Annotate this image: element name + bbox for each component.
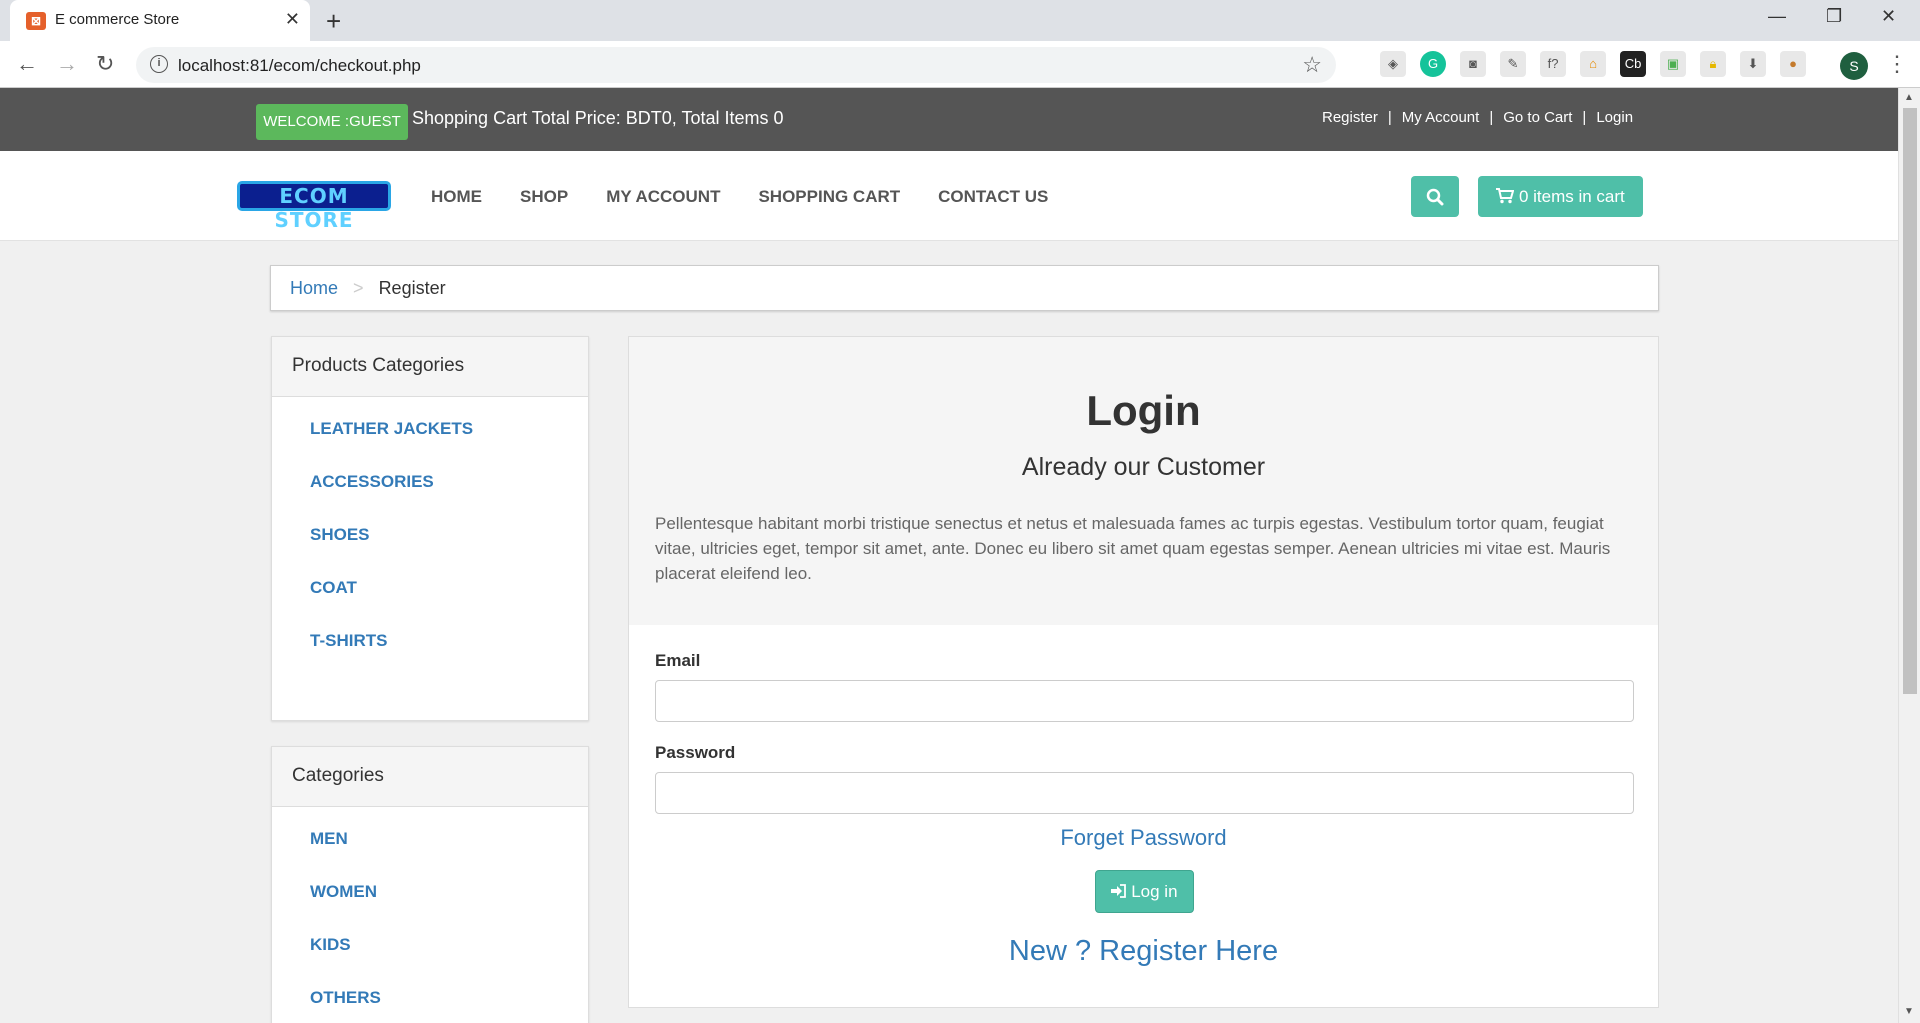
scroll-down-icon[interactable]: ▼ (1904, 1006, 1914, 1017)
sign-in-icon (1111, 884, 1127, 898)
products-categories-list: LEATHER JACKETS ACCESSORIES SHOES COAT T… (272, 397, 588, 684)
minimize-icon[interactable]: — (1768, 6, 1786, 27)
breadcrumb-home[interactable]: Home (290, 278, 338, 298)
xampp-favicon-icon: ⊠ (26, 12, 46, 30)
category-link[interactable]: SHOES (310, 525, 588, 578)
breadcrumb-separator: > (353, 278, 364, 298)
categories-list: MEN WOMEN KIDS OTHERS (272, 807, 588, 1023)
categories-panel: Categories MEN WOMEN KIDS OTHERS (271, 746, 589, 1023)
main-menu: HOME SHOP MY ACCOUNT SHOPPING CART CONTA… (431, 187, 1048, 207)
menu-item-shop[interactable]: SHOP (520, 187, 568, 207)
toplink-separator: | (1582, 109, 1587, 126)
category-link[interactable]: T-SHIRTS (310, 631, 588, 684)
category-link[interactable]: LEATHER JACKETS (310, 419, 588, 472)
login-box: Login Already our Customer Pellentesque … (628, 336, 1659, 1008)
forget-password-link[interactable]: Forget Password (629, 825, 1658, 851)
extension-icon[interactable]: ◈ (1380, 51, 1406, 77)
image-icon[interactable]: ▣ (1660, 51, 1686, 77)
category-link[interactable]: WOMEN (310, 882, 588, 935)
back-icon[interactable]: ← (16, 51, 38, 77)
email-label: Email (655, 651, 701, 670)
site-logo[interactable]: ECOM STORE (237, 181, 391, 232)
category-link[interactable]: MEN (310, 829, 588, 882)
tab-close-icon[interactable]: ✕ (285, 9, 300, 30)
email-field[interactable] (655, 680, 1634, 722)
top-links: Register | My Account | Go to Cart | Log… (1322, 109, 1633, 126)
cookie-icon[interactable]: ● (1780, 51, 1806, 77)
menu-item-shopping-cart[interactable]: SHOPPING CART (758, 187, 900, 207)
toplink-my-account[interactable]: My Account (1402, 109, 1480, 126)
login-subtitle: Already our Customer (1021, 453, 1266, 481)
url-input[interactable]: i localhost:81/ecom/checkout.php ☆ (136, 47, 1336, 83)
camera-icon[interactable]: ◙ (1460, 51, 1486, 77)
panel-title: Products Categories (272, 337, 588, 397)
category-link[interactable]: OTHERS (310, 988, 588, 1023)
eyedropper-icon[interactable]: ✎ (1500, 51, 1526, 77)
address-bar-row: ← → ↻ i localhost:81/ecom/checkout.php ☆… (0, 41, 1920, 88)
toplink-login[interactable]: Login (1596, 109, 1633, 126)
browser-tab[interactable]: ⊠ E commerce Store ✕ (10, 0, 310, 41)
toplink-separator: | (1489, 109, 1494, 126)
download-icon[interactable]: ⬇ (1740, 51, 1766, 77)
profile-avatar[interactable]: S (1840, 52, 1868, 80)
breadcrumb: Home > Register (270, 265, 1659, 311)
grammarly-icon[interactable]: G (1420, 51, 1446, 77)
cart-summary-text: Shopping Cart Total Price: BDT0, Total I… (412, 108, 784, 128)
menu-item-contact-us[interactable]: CONTACT US (938, 187, 1048, 207)
browser-menu-icon[interactable]: ⋮ (1886, 51, 1908, 77)
forward-icon[interactable]: → (56, 51, 78, 77)
main-navbar: ECOM STORE HOME SHOP MY ACCOUNT SHOPPING… (0, 151, 1898, 241)
login-button-label: Log in (1131, 882, 1178, 901)
tab-title: E commerce Store (55, 11, 180, 28)
bookmark-star-icon[interactable]: ☆ (1302, 52, 1322, 78)
browser-tab-bar: ⊠ E commerce Store ✕ + — ❐ ✕ (0, 0, 1920, 41)
lock-icon[interactable]: 🔒︎ (1700, 51, 1726, 77)
menu-item-my-account[interactable]: MY ACCOUNT (606, 187, 720, 207)
menu-item-home[interactable]: HOME (431, 187, 482, 207)
shopping-cart-icon (1496, 188, 1515, 204)
login-description: Pellentesque habitant morbi tristique se… (655, 514, 1611, 583)
search-icon (1426, 189, 1444, 206)
new-tab-button[interactable]: + (326, 6, 341, 37)
reload-icon[interactable]: ↻ (96, 51, 114, 77)
category-link[interactable]: COAT (310, 578, 588, 631)
toplink-go-to-cart[interactable]: Go to Cart (1503, 109, 1572, 126)
cart-button[interactable]: 0 items in cart (1478, 176, 1643, 217)
scroll-up-icon[interactable]: ▲ (1904, 92, 1914, 103)
login-title: Login (1086, 387, 1201, 434)
window-close-icon[interactable]: ✕ (1881, 6, 1896, 27)
font-icon[interactable]: f? (1540, 51, 1566, 77)
register-here-link[interactable]: New ? Register Here (629, 935, 1658, 968)
phpmyadmin-icon[interactable]: ⌂ (1580, 51, 1606, 77)
category-link[interactable]: ACCESSORIES (310, 472, 588, 525)
scrollbar-thumb[interactable] (1903, 108, 1917, 694)
restore-icon[interactable]: ❐ (1826, 6, 1842, 27)
login-button[interactable]: Log in (1095, 870, 1194, 913)
site-info-icon[interactable]: i (150, 55, 168, 73)
cart-button-label: 0 items in cart (1518, 187, 1625, 206)
breadcrumb-current: Register (378, 278, 446, 298)
search-button[interactable] (1411, 176, 1459, 217)
site-topbar: WELCOME :GUEST Shopping Cart Total Price… (0, 88, 1898, 151)
extensions-toolbar: ◈ G ◙ ✎ f? ⌂ Cb ▣ 🔒︎ ⬇ ● (1380, 51, 1806, 77)
cb-icon[interactable]: Cb (1620, 51, 1646, 77)
panel-title: Categories (272, 747, 588, 807)
products-categories-panel: Products Categories LEATHER JACKETS ACCE… (271, 336, 589, 721)
toplink-separator: | (1387, 109, 1392, 126)
password-field[interactable] (655, 772, 1634, 814)
password-label: Password (655, 743, 736, 762)
page-scrollbar[interactable]: ▲ ▼ (1898, 88, 1920, 1023)
welcome-badge: WELCOME :GUEST (256, 104, 408, 140)
toplink-register[interactable]: Register (1322, 109, 1378, 126)
url-text: localhost:81/ecom/checkout.php (178, 56, 421, 75)
category-link[interactable]: KIDS (310, 935, 588, 988)
